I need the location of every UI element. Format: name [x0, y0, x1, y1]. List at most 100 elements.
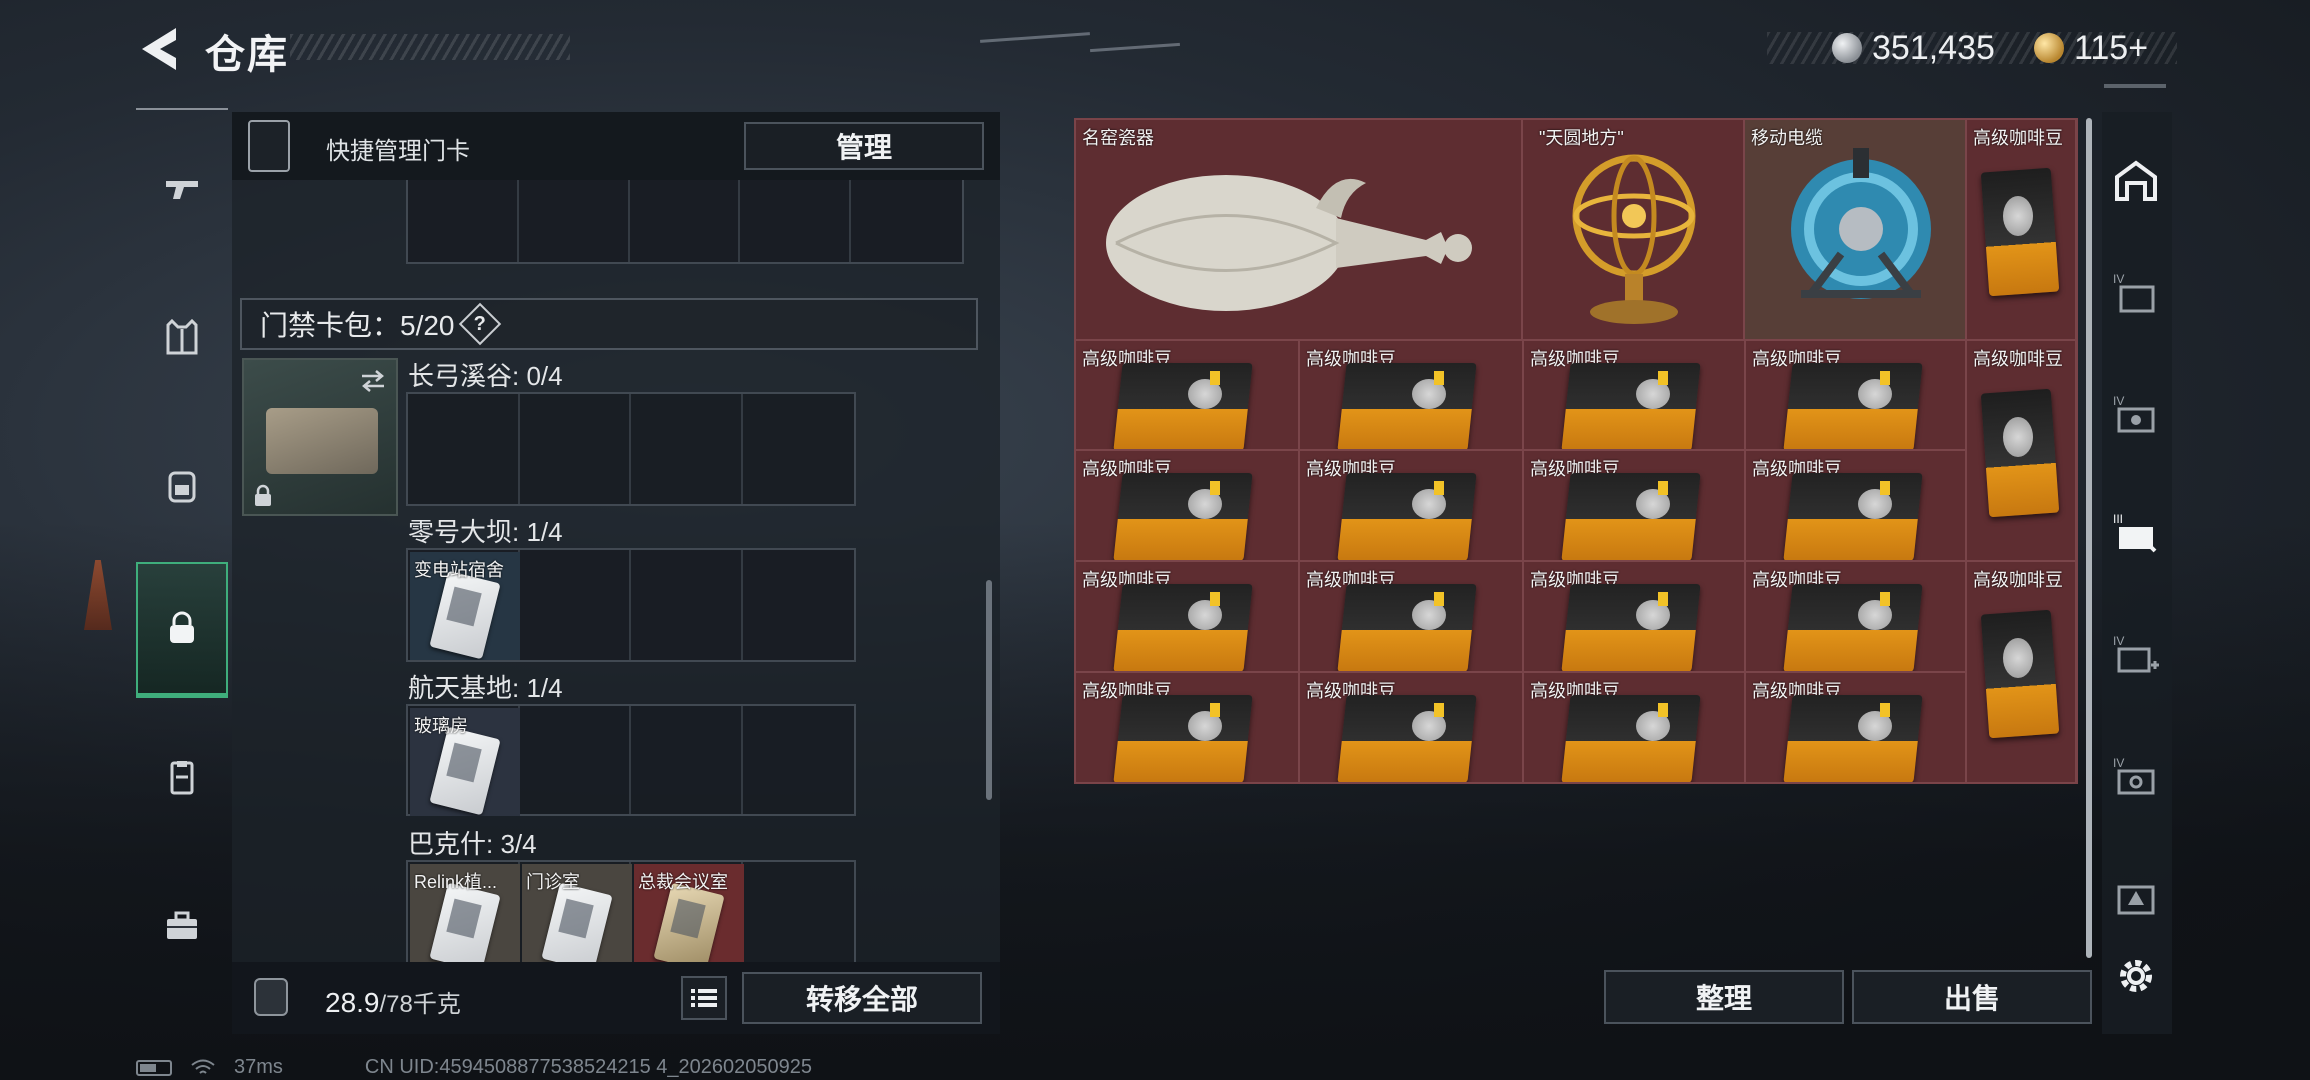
- currency-gold[interactable]: 115+: [2034, 28, 2148, 68]
- help-icon[interactable]: ?: [458, 302, 501, 346]
- coffee-bag-image: [1337, 695, 1477, 782]
- gear-icon: [2120, 960, 2152, 992]
- transfer-all-button[interactable]: 转移全部: [742, 972, 982, 1024]
- inventory-item-armillary[interactable]: "天圆地方": [1522, 119, 1744, 340]
- coffee-bag-image: [1113, 473, 1253, 560]
- inventory-item-coffee[interactable]: 高级咖啡豆: [1745, 672, 1966, 783]
- inventory-item-coffee[interactable]: 高级咖啡豆: [1745, 340, 1966, 450]
- keycard-slot[interactable]: [743, 706, 855, 814]
- tab-storage-iv-3[interactable]: IV: [2106, 624, 2166, 688]
- rail-item-armor[interactable]: [136, 272, 228, 402]
- settings-button[interactable]: [2106, 944, 2166, 1008]
- keycard-slot[interactable]: [631, 394, 743, 504]
- keycard-slot[interactable]: [743, 394, 855, 504]
- list-view-button[interactable]: [681, 976, 727, 1020]
- inventory-item-coffee[interactable]: 高级咖啡豆: [1523, 672, 1745, 783]
- svg-text:IV: IV: [2113, 756, 2124, 770]
- rail-divider: [136, 108, 228, 110]
- organize-button[interactable]: 整理: [1604, 970, 1844, 1024]
- inventory-item-coffee[interactable]: 高级咖啡豆: [1075, 561, 1299, 672]
- keycard-slot[interactable]: [631, 706, 743, 814]
- tab-storage-triangle[interactable]: [2106, 864, 2166, 928]
- coffee-bag-image: [1980, 388, 2060, 518]
- keycard-slot[interactable]: [520, 394, 631, 504]
- tab-storage-iv-2[interactable]: IV: [2106, 384, 2166, 448]
- rail-item-safebox[interactable]: [136, 562, 228, 698]
- weight-current: 28.9: [325, 987, 380, 1018]
- svg-text:IV: IV: [2113, 272, 2124, 286]
- card-bag-item[interactable]: [242, 358, 398, 516]
- quick-slot[interactable]: [519, 180, 630, 262]
- coffee-bag-image: [1113, 584, 1253, 671]
- coffee-bag-image: [1783, 363, 1923, 449]
- rail-divider: [2104, 84, 2166, 88]
- vest-icon: [166, 318, 198, 355]
- inventory-item-coffee[interactable]: 高级咖啡豆: [1523, 561, 1745, 672]
- zone-label: 零号大坝: 1/4: [408, 517, 563, 547]
- keycard-slot[interactable]: [520, 550, 631, 660]
- back-button[interactable]: [136, 24, 182, 74]
- sell-button[interactable]: 出售: [1852, 970, 2092, 1024]
- inventory-item-coffee[interactable]: 高级咖啡豆: [1745, 561, 1966, 672]
- rail-item-weapons[interactable]: [136, 124, 228, 254]
- quick-slot[interactable]: [408, 180, 519, 262]
- inventory-item-coffee[interactable]: 高级咖啡豆: [1075, 340, 1299, 450]
- keycard-clipboard-icon: [248, 120, 290, 172]
- quick-slot[interactable]: [740, 180, 852, 262]
- swap-icon: [362, 370, 384, 392]
- coffee-bag-image: [1113, 695, 1253, 782]
- inventory-item-coffee-tall[interactable]: 高级咖啡豆: [1966, 340, 2076, 561]
- coffee-bag-image: [1561, 695, 1701, 782]
- inventory-item-coffee[interactable]: 高级咖啡豆: [1299, 561, 1523, 672]
- quick-slot[interactable]: [630, 180, 741, 262]
- keycard-item[interactable]: 门诊室: [522, 864, 632, 962]
- wifi-icon: [191, 1059, 215, 1074]
- inventory-item-coffee[interactable]: 高级咖啡豆: [1745, 450, 1966, 561]
- inventory-item-coffee-tall[interactable]: 高级咖啡豆: [1966, 561, 2076, 783]
- coffee-bag-image: [1561, 363, 1701, 449]
- keycard-item[interactable]: Relink植...: [410, 864, 520, 962]
- tab-warehouse-all[interactable]: [2106, 148, 2166, 212]
- tab-storage-iii-active[interactable]: III: [2106, 502, 2166, 566]
- rail-item-toolbox[interactable]: [136, 860, 228, 990]
- inventory-item-cable[interactable]: 移动电缆: [1744, 119, 1966, 340]
- warehouse-icon: [2115, 160, 2157, 201]
- keycard-slot[interactable]: [743, 862, 855, 962]
- inventory-item-coffee[interactable]: 高级咖啡豆: [1523, 450, 1745, 561]
- inventory-item-coffee[interactable]: 高级咖啡豆: [1299, 340, 1523, 450]
- keycard-slot[interactable]: [631, 550, 743, 660]
- weight-readout: 28.9/78千克: [325, 984, 461, 1019]
- keycard-slot[interactable]: [408, 394, 520, 504]
- keycard-name: Relink植...: [414, 872, 498, 892]
- keycard-item[interactable]: 总裁会议室: [634, 864, 744, 962]
- coffee-bag-image: [1783, 584, 1923, 671]
- inventory-item-porcelain[interactable]: 名窑瓷器: [1075, 119, 1522, 340]
- inventory-item-coffee[interactable]: 高级咖啡豆: [1523, 340, 1745, 450]
- keycard-item[interactable]: 玻璃房: [410, 708, 520, 816]
- keycard-item[interactable]: 变电站宿舍: [410, 552, 520, 660]
- rail-item-keycards[interactable]: [136, 712, 228, 842]
- status-bar: 37ms CN UID:4594508877538524215 4_202602…: [136, 1056, 812, 1079]
- inventory-item-coffee[interactable]: 高级咖啡豆: [1075, 672, 1299, 783]
- svg-text:IV: IV: [2113, 634, 2124, 648]
- rail-item-backpack[interactable]: [136, 420, 228, 550]
- coffee-bag-image: [1113, 363, 1253, 449]
- manage-button[interactable]: 管理: [744, 122, 984, 170]
- help-icon-glyph: ?: [473, 312, 486, 335]
- keycard-slot[interactable]: [520, 706, 631, 814]
- keycard-image: [429, 726, 501, 816]
- keycard-scrollbar[interactable]: [986, 580, 992, 800]
- tab-storage-iv-1[interactable]: IV: [2106, 262, 2166, 326]
- coffee-bag-image: [1561, 584, 1701, 671]
- inventory-item-coffee[interactable]: 高级咖啡豆: [1299, 672, 1523, 783]
- coffee-bag-image: [1561, 473, 1701, 560]
- keycard-slot[interactable]: [743, 550, 855, 660]
- card-bag-header: 门禁卡包：5/20 ?: [240, 298, 978, 350]
- inventory-scrollbar[interactable]: [2086, 118, 2092, 958]
- background-light: [980, 32, 1090, 43]
- inventory-item-coffee-tall[interactable]: 高级咖啡豆: [1966, 119, 2076, 340]
- tab-storage-iv-4[interactable]: IV: [2106, 746, 2166, 810]
- inventory-item-coffee[interactable]: 高级咖啡豆: [1299, 450, 1523, 561]
- quick-slot[interactable]: [851, 180, 962, 262]
- inventory-item-coffee[interactable]: 高级咖啡豆: [1075, 450, 1299, 561]
